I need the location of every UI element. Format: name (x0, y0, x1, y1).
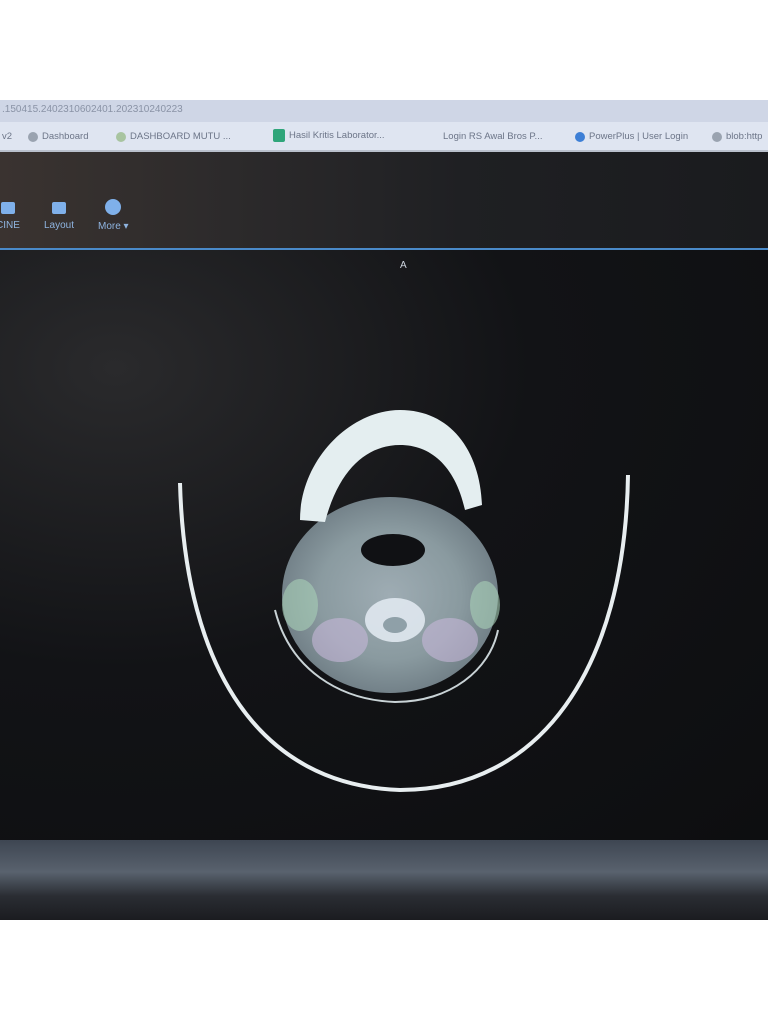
image-viewport[interactable]: A (0, 250, 768, 840)
bookmark-blob[interactable]: blob:http (712, 131, 762, 142)
bookmark-login-rs[interactable]: Login RS Awal Bros P... (443, 131, 542, 142)
bookmark-powerplus[interactable]: PowerPlus | User Login (575, 131, 688, 142)
bookmark-dashboard-mutu[interactable]: DASHBOARD MUTU ... (116, 131, 231, 142)
bookmark-hasil-kritis[interactable]: Hasil Kritis Laborator... (273, 129, 385, 142)
bookmark-label: Hasil Kritis Laborator... (289, 130, 385, 141)
monitor-bezel (0, 840, 768, 920)
tool-label: Layout (44, 220, 75, 231)
airway (361, 534, 425, 566)
bookmark-label: blob:http (726, 131, 763, 142)
viewer-toolbar: CINE Layout More ▾ (0, 152, 768, 250)
bookmark-label: Login RS Awal Bros P... (443, 131, 543, 142)
monitor-screen: .150415.2402310602401.202310240223 v2 Da… (0, 100, 768, 920)
bookmark-label: PowerPlus | User Login (589, 131, 689, 142)
bookmark-dashboard[interactable]: Dashboard (28, 131, 88, 142)
bookmark-label: v2 (2, 131, 13, 142)
bookmark-label: Dashboard (42, 131, 89, 142)
bookmark-v2[interactable]: v2 (2, 131, 12, 142)
layout-button[interactable]: Layout (44, 202, 74, 231)
ct-axial-slice (178, 410, 630, 793)
more-button[interactable]: More ▾ (98, 199, 129, 232)
grid-icon (52, 202, 67, 214)
tool-label: CINE (0, 220, 20, 231)
gear-icon (116, 131, 126, 142)
globe-icon (575, 131, 585, 142)
sheets-icon (273, 129, 285, 142)
camera-icon (0, 202, 15, 214)
gear-icon (28, 131, 38, 142)
bookmarks-bar: v2 Dashboard DASHBOARD MUTU ... Hasil Kr… (0, 122, 768, 152)
tool-label: More ▾ (98, 221, 129, 232)
bookmark-label: DASHBOARD MUTU ... (130, 131, 231, 142)
cine-button[interactable]: CINE (0, 202, 20, 231)
globe-icon (712, 131, 722, 142)
more-icon (105, 199, 122, 215)
address-bar[interactable]: .150415.2402310602401.202310240223 (0, 100, 768, 122)
